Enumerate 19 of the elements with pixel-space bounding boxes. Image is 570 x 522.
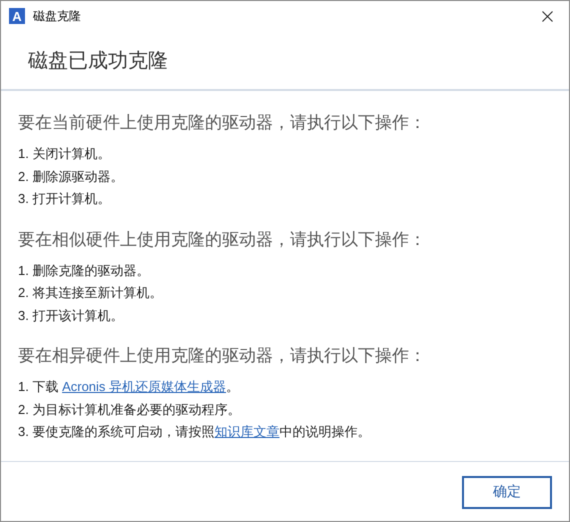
step-text: 2. 为目标计算机准备必要的驱动程序。 xyxy=(18,400,242,419)
ok-button[interactable]: 确定 xyxy=(462,476,552,509)
close-icon xyxy=(542,10,552,22)
window-title: 磁盘克隆 xyxy=(33,8,82,24)
section-heading: 要在当前硬件上使用克隆的驱动器，请执行以下操作： xyxy=(18,112,427,134)
step-text: 3. 打开计算机。 xyxy=(18,190,112,208)
step-text: 2. 将其连接至新计算机。 xyxy=(18,284,164,302)
step-text: 3. 要使克隆的系统可启动，请按照知识库文章中的说明操作。 xyxy=(18,423,372,442)
link[interactable]: Acronis 异机还原媒体生成器 xyxy=(62,379,226,394)
step-text: 1. 下载 Acronis 异机还原媒体生成器。 xyxy=(18,378,240,396)
app-icon: A xyxy=(9,8,25,24)
step-text: 2. 删除源驱动器。 xyxy=(18,168,124,186)
step-text: 1. 删除克隆的驱动器。 xyxy=(18,262,150,280)
step-text: 3. 打开该计算机。 xyxy=(18,306,124,325)
dialog-heading: 磁盘已成功克隆 xyxy=(28,48,168,74)
link[interactable]: 知识库文章 xyxy=(214,424,280,440)
section-heading: 要在相似硬件上使用克隆的驱动器，请执行以下操作： xyxy=(18,228,427,251)
step-text: 1. 关闭计算机。 xyxy=(18,145,112,164)
section-heading: 要在相异硬件上使用克隆的驱动器，请执行以下操作： xyxy=(18,345,427,368)
